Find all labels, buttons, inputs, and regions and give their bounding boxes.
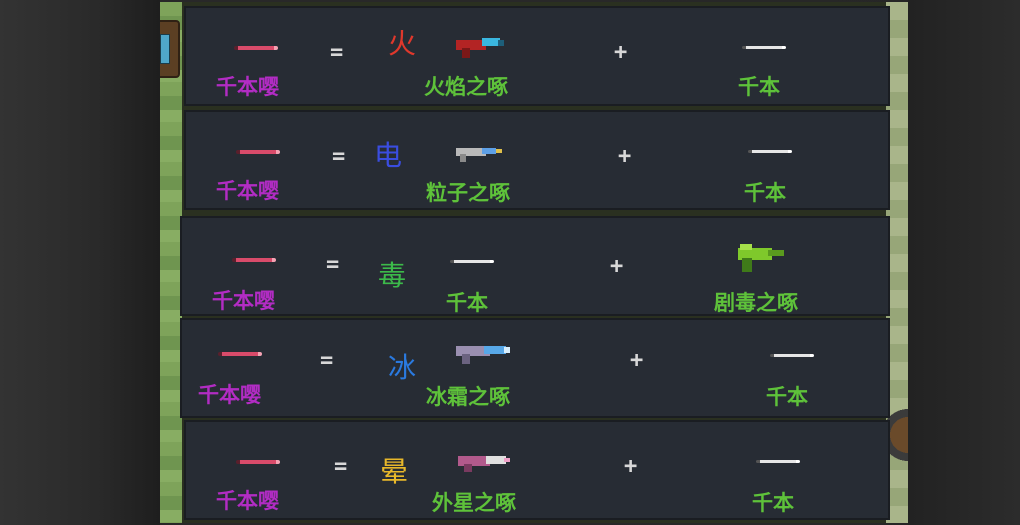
recipe-row-poison: 千本嘤 = 毒 千本 + 剧毒之啄 (180, 216, 890, 316)
recipe-row-ice: 千本嘤 = 冰 冰霜之啄 + 千本 (180, 318, 890, 418)
flame-gun-icon (456, 38, 504, 58)
ingredient-a-name: 粒子之啄 (426, 181, 510, 205)
ingredient-b-name: 千本 (766, 385, 808, 409)
ingredient-sword-icon (770, 354, 814, 357)
ingredient-a-name: 火焰之啄 (424, 75, 508, 99)
ingredient-b-name: 千本 (744, 181, 786, 205)
result-name: 千本嘤 (216, 179, 279, 203)
recipe-row-electric: 千本嘤 = 电 粒子之啄 + 千本 (184, 110, 890, 210)
poison-gun-icon (738, 244, 784, 272)
left-backdrop (0, 0, 160, 525)
result-name: 千本嘤 (216, 489, 279, 513)
equals-sign: = (330, 40, 344, 65)
result-sword-icon (218, 352, 262, 356)
equals-sign: = (326, 252, 340, 277)
element-stun-icon: 晕 (380, 455, 409, 488)
plus-sign: + (614, 40, 628, 65)
recipe-row-stun: 千本嘤 = 晕 外星之啄 + 千本 (184, 420, 890, 520)
ingredient-b-name: 千本 (752, 491, 794, 515)
plus-sign: + (630, 348, 644, 373)
result-name: 千本嘤 (212, 289, 275, 313)
plus-sign: + (618, 144, 632, 169)
ingredient-a-name: 冰霜之啄 (426, 385, 510, 409)
result-name: 千本嘤 (216, 75, 279, 99)
frost-gun-icon (456, 346, 510, 364)
element-ice-icon: 冰 (388, 351, 417, 384)
alien-gun-icon (458, 456, 510, 472)
result-sword-icon (236, 460, 280, 464)
ingredient-sword-icon (756, 460, 800, 463)
ingredient-b-name: 千本 (738, 75, 780, 99)
plus-sign: + (610, 254, 624, 279)
ingredient-sword-icon (748, 150, 792, 153)
element-fire-icon: 火 (388, 27, 417, 60)
element-electric-icon: 电 (374, 139, 403, 172)
recipe-row-fire: 千本嘤 = 火 火焰之啄 + 千本 (184, 6, 890, 106)
result-sword-icon (234, 46, 278, 50)
game-viewport: 千本嘤 = 火 火焰之啄 + 千本 千本嘤 = 电 粒子之啄 + 千本 千本嘤 … (160, 2, 908, 523)
element-poison-icon: 毒 (378, 259, 407, 292)
result-sword-icon (232, 258, 276, 262)
right-backdrop (908, 0, 1020, 525)
ingredient-b-name: 剧毒之啄 (714, 291, 798, 315)
equals-sign: = (334, 454, 348, 479)
grass-background (160, 2, 182, 523)
ingredient-sword-icon (742, 46, 786, 49)
ingredient-sword-icon (450, 260, 494, 263)
plus-sign: + (624, 454, 638, 479)
particle-gun-icon (456, 148, 502, 162)
equals-sign: = (320, 348, 334, 373)
result-name: 千本嘤 (198, 383, 261, 407)
ingredient-a-name: 外星之啄 (432, 491, 516, 515)
equals-sign: = (332, 144, 346, 169)
result-sword-icon (236, 150, 280, 154)
hud-frame-icon (160, 20, 180, 78)
ingredient-a-name: 千本 (446, 291, 488, 315)
